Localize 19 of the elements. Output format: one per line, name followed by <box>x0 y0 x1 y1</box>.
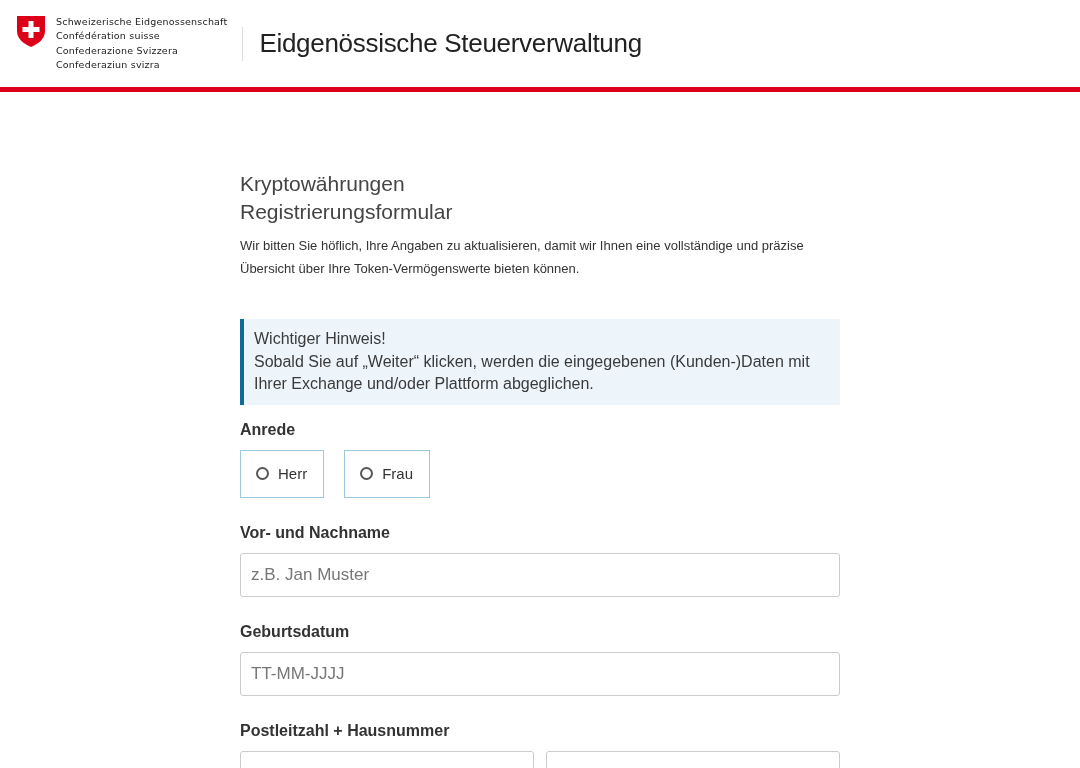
form-title: Registrierungsformular <box>240 199 454 225</box>
swiss-shield-icon <box>16 14 46 48</box>
radio-option[interactable]: Frau <box>344 449 430 498</box>
notice-title: Wichtiger Hinweis! <box>254 329 387 349</box>
agency-title: Eidgenössische Steuerverwaltung <box>259 28 642 59</box>
input-field[interactable]: TT-MM-JJJJ <box>240 651 840 696</box>
field-label: Postleitzahl + Hausnummer <box>240 721 451 740</box>
country-name: Confédération suisse <box>56 29 161 44</box>
field-label: Geburtsdatum <box>240 622 351 641</box>
form-title: Kryptowährungen <box>240 171 406 197</box>
field-label: Anrede <box>240 420 297 439</box>
country-name: Confederaziun svizra <box>56 57 161 72</box>
country-name: Confederazione Svizzera <box>56 43 180 58</box>
notice-text: Sobald Sie auf „Weiter“ klicken, werden die eingegebenen (Kunden-)Daten mit Ihrer Exchange und/oder Plattform abgeglichen. <box>254 351 811 394</box>
country-name: Schweizerische Eidgenossenschaft <box>56 14 228 29</box>
field-label: Vor- und Nachname <box>240 523 391 542</box>
input-field[interactable]: z.B. Jan Muster <box>240 552 840 597</box>
radio-option[interactable]: Herr <box>240 449 325 498</box>
intro-text: Wir bitten Sie höflich, Ihre Angaben zu aktualisieren, damit wir Ihnen eine vollständige und präzise Übersicht über Ihre Token-Vermögenswerte bieten können. <box>240 237 805 278</box>
